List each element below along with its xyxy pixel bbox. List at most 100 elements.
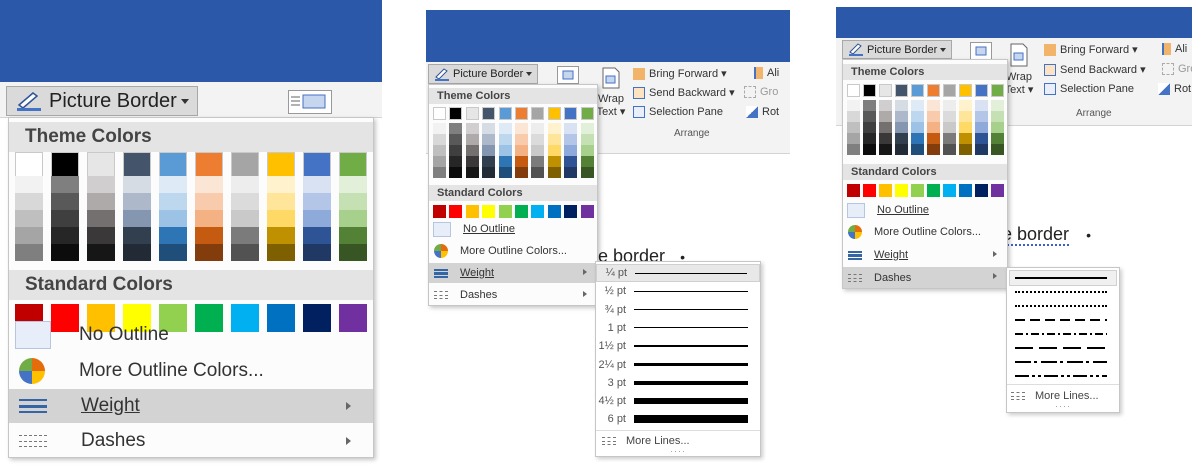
theme-shade-swatch[interactable] [863, 100, 876, 111]
theme-shade-swatch[interactable] [975, 100, 988, 111]
theme-shade-swatch[interactable] [51, 227, 79, 244]
theme-shade-swatch[interactable] [303, 176, 331, 193]
weight-option[interactable]: 2¼ pt [596, 356, 760, 374]
theme-shade-swatch[interactable] [123, 227, 151, 244]
more-outline-colors-item[interactable]: More Outline Colors... [9, 354, 373, 388]
theme-shade-swatch[interactable] [231, 176, 259, 193]
theme-color-swatch[interactable] [879, 84, 892, 97]
theme-shade-swatch[interactable] [303, 210, 331, 227]
theme-shade-swatch[interactable] [498, 145, 512, 156]
theme-shade-swatch[interactable] [531, 134, 545, 145]
theme-shade-swatch[interactable] [339, 176, 367, 193]
standard-color-swatch[interactable] [498, 205, 512, 218]
theme-shade-swatch[interactable] [847, 100, 860, 111]
theme-shade-swatch[interactable] [482, 134, 496, 145]
theme-shade-swatch[interactable] [564, 156, 578, 167]
dash-long-dash-dot-dot[interactable] [1015, 375, 1107, 377]
theme-shade-swatch[interactable] [943, 100, 956, 111]
theme-shade-swatch[interactable] [927, 122, 940, 133]
weight-option[interactable]: ¾ pt [596, 301, 760, 319]
theme-shade-swatch[interactable] [847, 111, 860, 122]
theme-shade-swatch[interactable] [879, 144, 892, 155]
theme-shade-swatch[interactable] [531, 167, 545, 178]
theme-color-swatch[interactable] [959, 84, 972, 97]
theme-shade-swatch[interactable] [449, 167, 463, 178]
standard-color-swatch[interactable] [863, 184, 876, 197]
theme-shade-swatch[interactable] [515, 145, 528, 156]
no-outline-item[interactable]: No Outline [9, 318, 373, 352]
theme-shade-swatch[interactable] [449, 156, 463, 167]
theme-shade-swatch[interactable] [959, 133, 972, 144]
weight-option[interactable]: 1 pt [596, 319, 760, 337]
theme-shade-swatch[interactable] [51, 176, 79, 193]
send-backward-button[interactable]: Send Backward ▾ [633, 86, 735, 100]
theme-shade-swatch[interactable] [927, 133, 940, 144]
theme-color-swatch[interactable] [515, 107, 528, 120]
theme-shade-swatch[interactable] [267, 210, 295, 227]
theme-shade-swatch[interactable] [975, 122, 988, 133]
theme-shade-swatch[interactable] [943, 133, 956, 144]
weight-option[interactable]: 1½ pt [596, 337, 760, 355]
theme-shade-swatch[interactable] [991, 122, 1004, 133]
theme-color-swatch[interactable] [895, 84, 908, 97]
theme-shade-swatch[interactable] [847, 133, 860, 144]
wrap-text-button[interactable]: Wrap Text ▾ [596, 66, 626, 126]
weight-option[interactable]: 4½ pt [596, 392, 760, 410]
theme-color-swatch[interactable] [580, 107, 594, 120]
theme-shade-swatch[interactable] [15, 244, 43, 261]
theme-shade-swatch[interactable] [515, 156, 528, 167]
theme-shade-swatch[interactable] [959, 100, 972, 111]
theme-shade-swatch[interactable] [433, 167, 446, 178]
theme-color-swatch[interactable] [863, 84, 876, 97]
group-button[interactable]: Gro [744, 86, 778, 99]
theme-shade-swatch[interactable] [911, 122, 924, 133]
position-icon[interactable] [970, 42, 992, 60]
theme-shade-swatch[interactable] [991, 111, 1004, 122]
theme-shade-swatch[interactable] [547, 123, 561, 134]
more-outline-colors-item[interactable]: More Outline Colors... [843, 222, 1007, 242]
wrap-text-icon[interactable] [288, 90, 332, 114]
resize-grip[interactable]: ···· [1055, 401, 1071, 411]
theme-shade-swatch[interactable] [943, 144, 956, 155]
standard-color-swatch[interactable] [927, 184, 940, 197]
theme-shade-swatch[interactable] [564, 145, 578, 156]
theme-shade-swatch[interactable] [498, 123, 512, 134]
theme-shade-swatch[interactable] [339, 193, 367, 210]
dash-long-dash[interactable] [1015, 347, 1107, 349]
theme-shade-swatch[interactable] [911, 111, 924, 122]
theme-shade-swatch[interactable] [531, 145, 545, 156]
wrap-text-button[interactable]: Wrap Text ▾ [1004, 42, 1034, 102]
rotate-button[interactable]: Rot [746, 106, 779, 119]
theme-shade-swatch[interactable] [895, 133, 908, 144]
theme-shade-swatch[interactable] [991, 133, 1004, 144]
theme-shade-swatch[interactable] [580, 134, 594, 145]
theme-color-swatch[interactable] [927, 84, 940, 97]
theme-shade-swatch[interactable] [564, 134, 578, 145]
theme-shade-swatch[interactable] [231, 244, 259, 261]
selection-pane-button[interactable]: Selection Pane [633, 106, 723, 119]
theme-shade-swatch[interactable] [895, 111, 908, 122]
standard-color-swatch[interactable] [911, 184, 924, 197]
dash-dash-dot[interactable] [1015, 333, 1107, 335]
theme-shade-swatch[interactable] [195, 176, 223, 193]
theme-shade-swatch[interactable] [498, 134, 512, 145]
dash-dash[interactable] [1015, 319, 1107, 321]
theme-shade-swatch[interactable] [231, 210, 259, 227]
theme-shade-swatch[interactable] [927, 100, 940, 111]
theme-shade-swatch[interactable] [87, 210, 115, 227]
theme-shade-swatch[interactable] [433, 145, 446, 156]
standard-color-swatch[interactable] [991, 184, 1004, 197]
standard-color-swatch[interactable] [482, 205, 496, 218]
group-button[interactable]: Gro [1162, 63, 1192, 76]
theme-shade-swatch[interactable] [580, 156, 594, 167]
align-button[interactable]: Ali [754, 67, 779, 80]
theme-shade-swatch[interactable] [87, 227, 115, 244]
bring-forward-button[interactable]: Bring Forward ▾ [1044, 43, 1138, 57]
selection-pane-button[interactable]: Selection Pane [1044, 83, 1134, 96]
dashes-item[interactable]: Dashes [429, 285, 597, 305]
dash-round-dot[interactable] [1015, 291, 1107, 293]
theme-shade-swatch[interactable] [975, 144, 988, 155]
theme-shade-swatch[interactable] [943, 122, 956, 133]
dashes-item[interactable]: Dashes [9, 424, 373, 458]
theme-color-swatch[interactable] [911, 84, 924, 97]
